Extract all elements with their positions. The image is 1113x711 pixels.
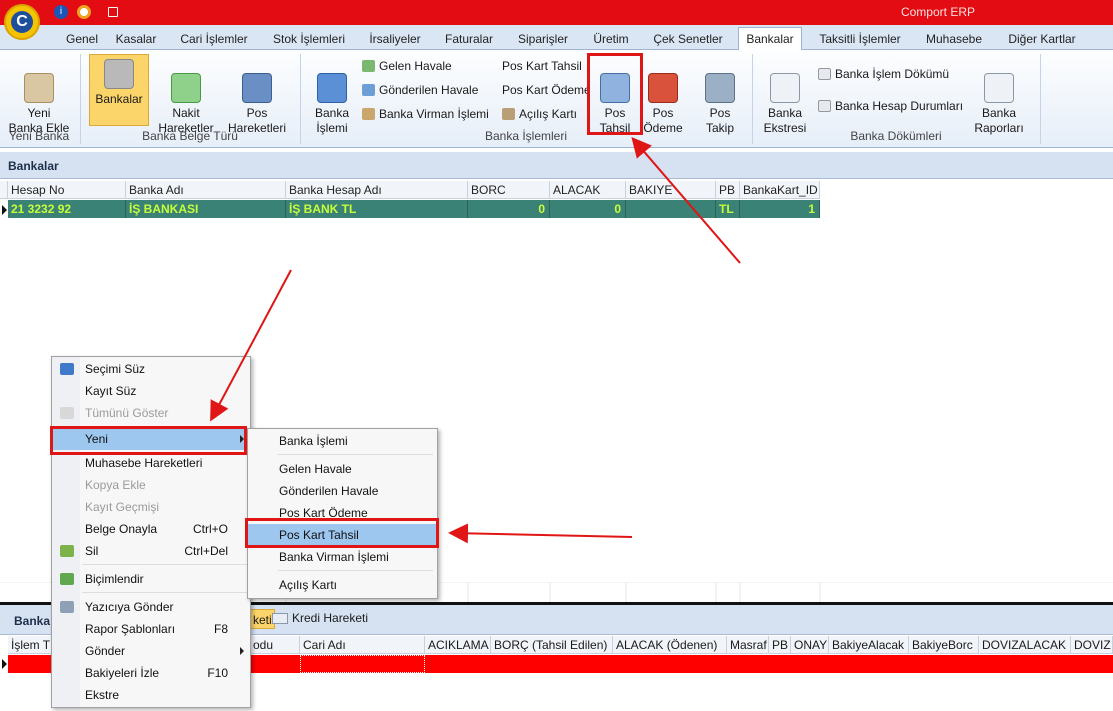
annotation-arrows [210, 136, 741, 544]
app-logo[interactable]: C [4, 4, 40, 40]
arrow-to-pos-tahsil [631, 136, 741, 264]
logo-letter: C [11, 11, 33, 33]
arrow-to-pos-kart-tahsil [448, 523, 633, 544]
arrow-to-yeni [210, 269, 292, 422]
